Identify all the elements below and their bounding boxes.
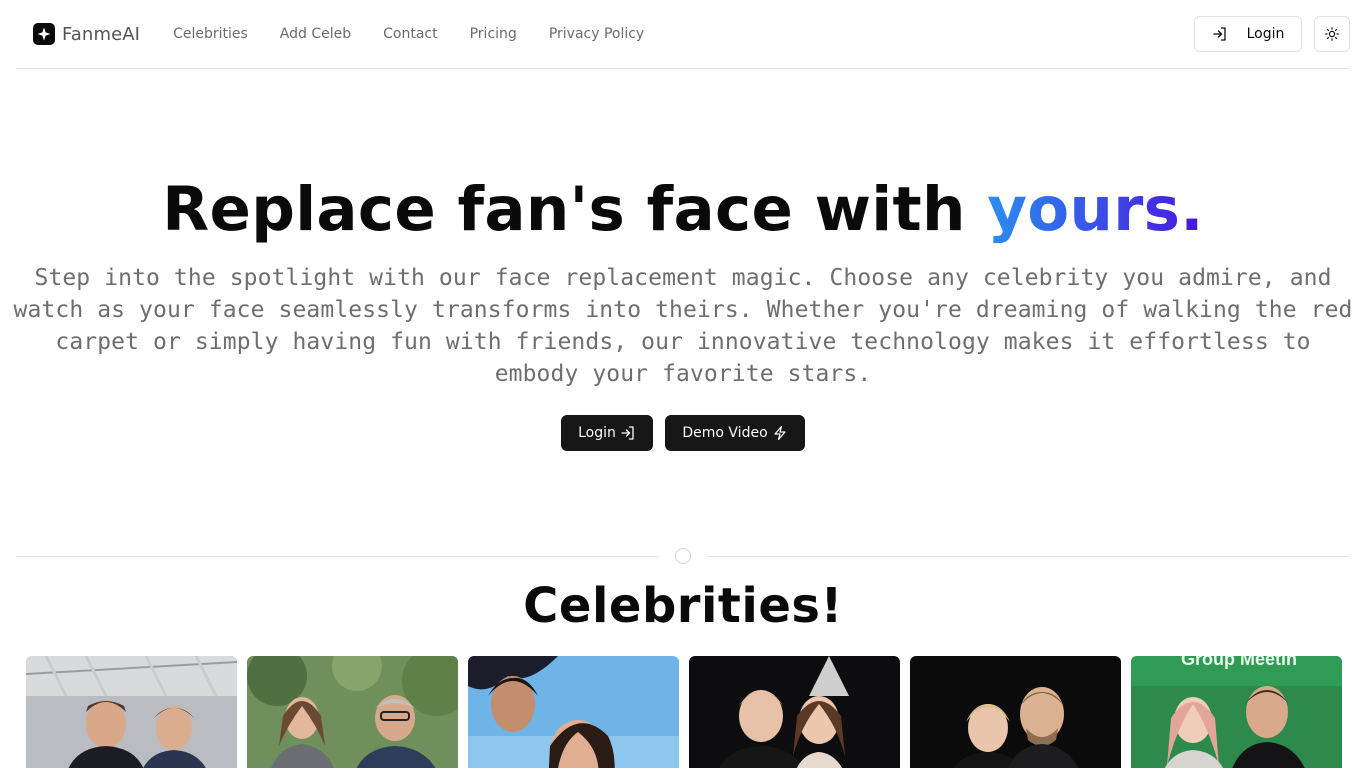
- demo-video-button[interactable]: Demo Video: [665, 415, 805, 451]
- zap-icon: [774, 425, 786, 441]
- celebrity-card-6[interactable]: Group Meetin: [1131, 656, 1342, 768]
- celebrity-card-3[interactable]: [468, 656, 679, 768]
- nav-link-pricing[interactable]: Pricing: [470, 26, 517, 42]
- banner-text: Group Meetin: [1181, 656, 1297, 669]
- sparkle-icon: [33, 23, 55, 45]
- hero-title: Replace fan's face with yours.: [0, 174, 1366, 246]
- hero-login-button[interactable]: Login: [561, 415, 653, 451]
- celebrities-heading: Celebrities!: [523, 578, 843, 634]
- brand-name: FanmeAI: [62, 23, 141, 45]
- celebrity-card-4[interactable]: [689, 656, 900, 768]
- demo-video-label: Demo Video: [682, 425, 768, 441]
- nav-link-celebrities[interactable]: Celebrities: [173, 26, 248, 42]
- hero-actions: Login Demo Video: [0, 415, 1366, 451]
- login-icon: [621, 426, 634, 440]
- divider-circle-icon: [675, 548, 691, 564]
- top-navbar: FanmeAI Celebrities Add Celeb Contact Pr…: [16, 0, 1350, 69]
- theme-toggle-button[interactable]: [1314, 16, 1350, 52]
- nav-actions: Login: [1194, 16, 1350, 52]
- hero-title-main: Replace fan's face with: [162, 174, 988, 245]
- nav-login-label: Login: [1246, 26, 1285, 42]
- nav-links: Celebrities Add Celeb Contact Pricing Pr…: [173, 26, 676, 42]
- celebrity-card-1[interactable]: [26, 656, 237, 768]
- hero-description: Step into the spotlight with our face re…: [13, 265, 1353, 387]
- nav-login-button[interactable]: Login: [1194, 16, 1302, 52]
- hero-title-accent: yours.: [987, 174, 1204, 245]
- celebrity-card-2[interactable]: [247, 656, 458, 768]
- hero-login-label: Login: [578, 425, 616, 441]
- nav-link-add-celeb[interactable]: Add Celeb: [280, 26, 351, 42]
- nav-link-contact[interactable]: Contact: [383, 26, 437, 42]
- nav-link-privacy-policy[interactable]: Privacy Policy: [549, 26, 644, 42]
- celebrity-card-5[interactable]: [910, 656, 1121, 768]
- celebrity-gallery: Group Meetin: [26, 656, 1342, 768]
- brand-logo[interactable]: FanmeAI: [33, 23, 140, 45]
- login-icon: [1212, 27, 1226, 41]
- sun-icon: [1325, 27, 1339, 41]
